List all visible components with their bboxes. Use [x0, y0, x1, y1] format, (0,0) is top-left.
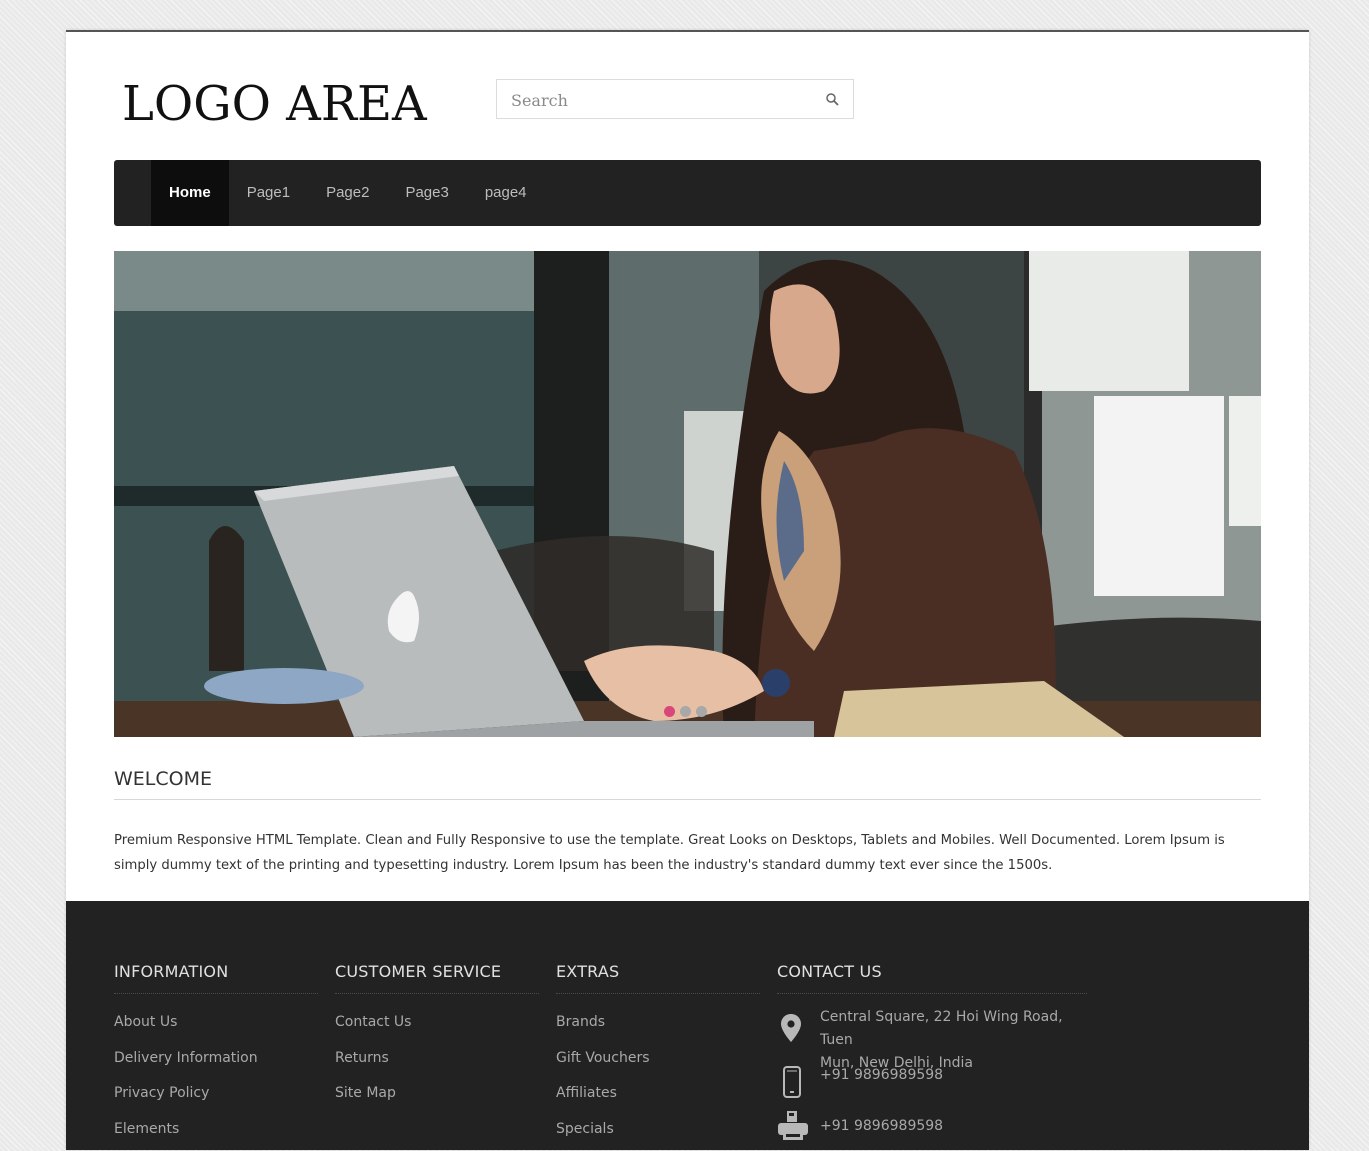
- welcome-heading: WELCOME: [114, 768, 1261, 800]
- contact-fax-number: +91 9896989598: [820, 1118, 944, 1134]
- footer-link-specials[interactable]: Specials: [556, 1112, 760, 1148]
- footer-heading-contact: CONTACT US: [777, 962, 1087, 994]
- footer-link-returns[interactable]: Returns: [335, 1041, 539, 1077]
- hero-image: [114, 251, 1261, 737]
- site-logo[interactable]: LOGO AREA: [122, 74, 427, 134]
- footer-link-elements[interactable]: Elements: [114, 1112, 318, 1148]
- welcome-text: Premium Responsive HTML Template. Clean …: [114, 833, 1225, 873]
- contact-phone-number: +91 9896989598: [820, 1067, 944, 1083]
- footer-heading-extras: EXTRAS: [556, 962, 760, 994]
- footer-link-affiliates[interactable]: Affiliates: [556, 1076, 760, 1112]
- slider-dot-1[interactable]: [664, 706, 675, 717]
- footer-heading-information: INFORMATION: [114, 962, 318, 994]
- footer-col-customer-service: CUSTOMER SERVICE Contact Us Returns Site…: [335, 962, 539, 1112]
- footer-link-gift-vouchers[interactable]: Gift Vouchers: [556, 1041, 760, 1077]
- contact-address: Central Square, 22 Hoi Wing Road, Tuen M…: [777, 1006, 1087, 1071]
- footer-link-delivery-information[interactable]: Delivery Information: [114, 1041, 318, 1077]
- footer-link-privacy-policy[interactable]: Privacy Policy: [114, 1076, 318, 1112]
- footer-link-contact-us[interactable]: Contact Us: [335, 1005, 539, 1041]
- footer: INFORMATION About Us Delivery Informatio…: [66, 901, 1309, 1150]
- footer-link-brands[interactable]: Brands: [556, 1005, 760, 1041]
- footer-col-contact: CONTACT US Central Square, 22 Hoi Wing R…: [777, 962, 1087, 1151]
- nav-item-page4[interactable]: page4: [467, 160, 545, 226]
- mobile-phone-icon: [783, 1066, 801, 1098]
- slider-dot-2[interactable]: [680, 706, 691, 717]
- main-nav: Home Page1 Page2 Page3 page4: [114, 160, 1261, 226]
- nav-item-home[interactable]: Home: [151, 160, 229, 226]
- search-icon[interactable]: [825, 92, 841, 108]
- hero-slider: [114, 251, 1261, 737]
- slider-dot-3[interactable]: [696, 706, 707, 717]
- page-container: LOGO AREA Home Page1 Page2 Page3 page4: [66, 30, 1309, 1150]
- footer-link-about-us[interactable]: About Us: [114, 1005, 318, 1041]
- footer-col-information: INFORMATION About Us Delivery Informatio…: [114, 962, 318, 1147]
- nav-item-page1[interactable]: Page1: [229, 160, 308, 226]
- slider-dots: [664, 706, 707, 717]
- fax-icon: [778, 1111, 808, 1140]
- nav-item-page3[interactable]: Page3: [387, 160, 466, 226]
- contact-address-line1: Central Square, 22 Hoi Wing Road, Tuen: [820, 1009, 1063, 1048]
- footer-col-extras: EXTRAS Brands Gift Vouchers Affiliates S…: [556, 962, 760, 1147]
- search-box: [496, 79, 854, 119]
- contact-fax: +91 9896989598: [777, 1111, 1087, 1151]
- search-input[interactable]: [509, 88, 813, 112]
- footer-link-site-map[interactable]: Site Map: [335, 1076, 539, 1112]
- location-pin-icon: [781, 1014, 801, 1042]
- contact-phone: +91 9896989598: [777, 1064, 1087, 1111]
- footer-heading-customer-service: CUSTOMER SERVICE: [335, 962, 539, 994]
- nav-item-page2[interactable]: Page2: [308, 160, 387, 226]
